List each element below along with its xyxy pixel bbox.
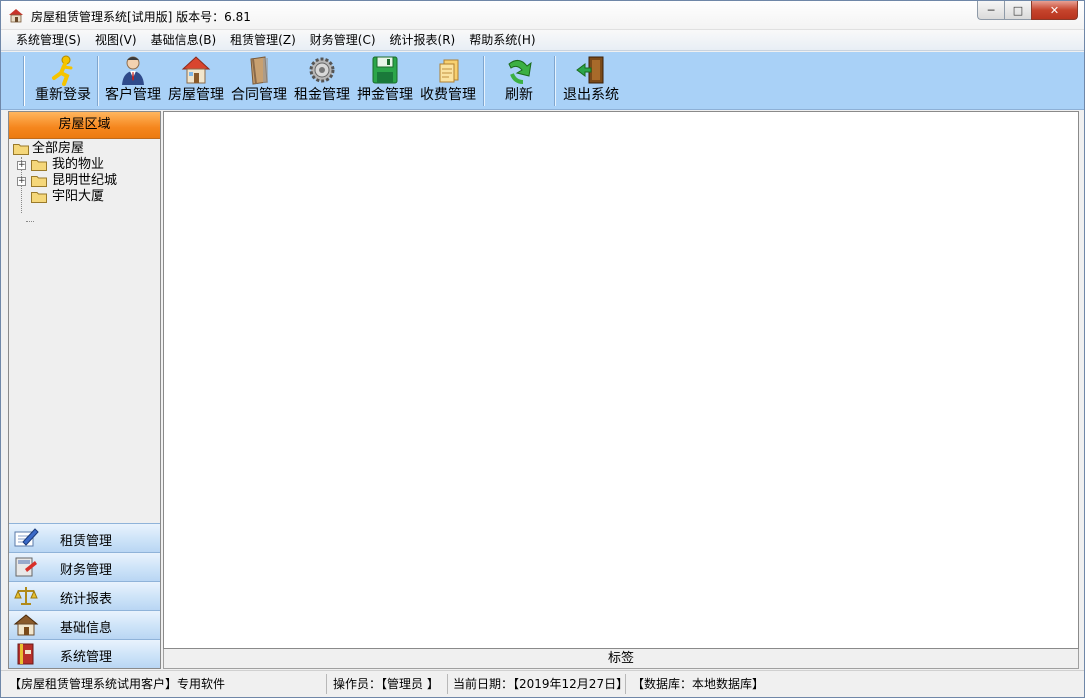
calculator-icon <box>15 557 37 577</box>
house-tree: 全部房屋 + 我的物业 + 昆明世纪城 宇阳大厦 <box>9 139 160 523</box>
menu-lease[interactable]: 租赁管理(Z) <box>223 30 303 50</box>
exit-door-icon <box>576 56 604 84</box>
main-content-area[interactable] <box>163 111 1079 649</box>
toolbar: 重新登录 客户管理 房屋管理 合同管理 租金管理 押金管理 收费管理 刷新 退出… <box>1 52 1084 110</box>
outlook-lease-label: 租赁管理 <box>60 534 113 549</box>
runner-login-icon <box>52 55 73 86</box>
title-bar: 房屋租赁管理系统[试用版] 版本号：6.81 ─ □ ✕ <box>1 1 1084 30</box>
contract-button[interactable]: 合同管理 <box>230 54 288 108</box>
contract-book-icon <box>250 56 268 85</box>
outlook-basic-info-label: 基础信息 <box>60 621 113 636</box>
folder-icon <box>31 160 47 171</box>
expand-icon[interactable]: + <box>17 161 26 170</box>
folder-icon <box>13 144 29 155</box>
deposit-label: 押金管理 <box>357 87 413 103</box>
fee-button[interactable]: 收费管理 <box>419 54 477 108</box>
tree-connector <box>26 221 34 222</box>
customer-person-icon <box>122 56 144 85</box>
contract-label: 合同管理 <box>231 87 287 103</box>
fee-label: 收费管理 <box>420 87 476 103</box>
outlook-reports-button[interactable]: 统计报表 <box>9 581 160 610</box>
tree-root-label: 全部房屋 <box>32 141 85 156</box>
window-title: 房屋租赁管理系统[试用版] 版本号：6.81 <box>31 10 251 24</box>
refresh-arrow-icon <box>508 60 532 84</box>
expand-icon[interactable]: + <box>17 177 26 186</box>
rent-label: 租金管理 <box>294 87 350 103</box>
scales-icon <box>14 587 38 605</box>
minimize-button[interactable]: ─ <box>977 1 1004 20</box>
house-button[interactable]: 房屋管理 <box>167 54 225 108</box>
outlook-finance-button[interactable]: 财务管理 <box>9 552 160 581</box>
deposit-button[interactable]: 押金管理 <box>356 54 414 108</box>
outlook-system-label: 系统管理 <box>60 650 113 665</box>
status-license: 【房屋租赁管理系统试用客户】专用软件 <box>9 674 327 694</box>
menu-basic-info[interactable]: 基础信息(B) <box>144 30 224 50</box>
menu-system[interactable]: 系统管理(S) <box>9 30 88 50</box>
outlook-system-button[interactable]: 系统管理 <box>9 639 160 668</box>
tree-node-my-property[interactable]: + 我的物业 <box>9 157 160 173</box>
exit-label: 退出系统 <box>563 87 619 103</box>
customer-label: 客户管理 <box>105 87 161 103</box>
folder-icon <box>31 176 47 187</box>
document-stack-icon <box>439 59 459 83</box>
rent-button[interactable]: 租金管理 <box>293 54 351 108</box>
customer-button[interactable]: 客户管理 <box>104 54 162 108</box>
gear-coin-icon <box>309 57 335 83</box>
exit-button[interactable]: 退出系统 <box>561 54 621 108</box>
toolbar-separator <box>554 56 556 106</box>
folder-icon <box>31 192 47 203</box>
pen-paper-icon <box>14 528 39 547</box>
menu-view[interactable]: 视图(V) <box>88 30 144 50</box>
toolbar-separator <box>97 56 99 106</box>
menu-reports[interactable]: 统计报表(R) <box>383 30 463 50</box>
toolbar-separator <box>483 56 485 106</box>
status-database: 【数据库：本地数据库】 <box>632 677 765 691</box>
outlook-lease-button[interactable]: 租赁管理 <box>9 523 160 552</box>
outlook-bar: 租赁管理 财务管理 统计报表 基础信息 系统管理 <box>9 523 160 668</box>
outlook-reports-label: 统计报表 <box>60 592 113 607</box>
refresh-button[interactable]: 刷新 <box>494 54 544 108</box>
home-icon <box>13 614 39 636</box>
left-panel: 房屋区域 全部房屋 + 我的物业 + 昆明世纪城 宇阳大厦 租赁管理 财务管理 … <box>8 111 161 669</box>
toolbar-grip <box>23 56 25 106</box>
book-icon <box>17 643 34 665</box>
close-button[interactable]: ✕ <box>1031 1 1078 20</box>
house-icon <box>181 56 211 84</box>
status-operator: 操作员：【管理员 】 <box>333 674 448 694</box>
app-house-icon <box>9 9 23 23</box>
floppy-disk-icon <box>372 56 398 84</box>
relogin-label: 重新登录 <box>35 87 91 103</box>
status-bar: 【房屋租赁管理系统试用客户】专用软件 操作员：【管理员 】 当前日期：【2019… <box>1 670 1084 697</box>
maximize-button[interactable]: □ <box>1004 1 1031 20</box>
house-label: 房屋管理 <box>168 87 224 103</box>
app-window: 房屋租赁管理系统[试用版] 版本号：6.81 ─ □ ✕ 系统管理(S) 视图(… <box>0 0 1085 698</box>
refresh-label: 刷新 <box>505 87 533 103</box>
relogin-button[interactable]: 重新登录 <box>33 54 93 108</box>
tree-node-label: 我的物业 <box>52 157 105 172</box>
panel-header-house-area[interactable]: 房屋区域 <box>9 112 160 139</box>
tree-node-yuyang-building[interactable]: 宇阳大厦 <box>9 189 160 205</box>
status-date: 当前日期：【2019年12月27日】 <box>453 674 628 694</box>
tree-node-root[interactable]: 全部房屋 <box>9 141 160 157</box>
tab-label[interactable]: 标签 <box>163 649 1079 669</box>
menu-bar: 系统管理(S) 视图(V) 基础信息(B) 租赁管理(Z) 财务管理(C) 统计… <box>1 30 1084 51</box>
tree-node-kunming-century-city[interactable]: + 昆明世纪城 <box>9 173 160 189</box>
menu-help[interactable]: 帮助系统(H) <box>462 30 542 50</box>
menu-finance[interactable]: 财务管理(C) <box>303 30 383 50</box>
outlook-basic-info-button[interactable]: 基础信息 <box>9 610 160 639</box>
outlook-finance-label: 财务管理 <box>60 563 113 578</box>
tree-node-label: 昆明世纪城 <box>52 173 118 188</box>
tree-node-label: 宇阳大厦 <box>52 189 105 204</box>
